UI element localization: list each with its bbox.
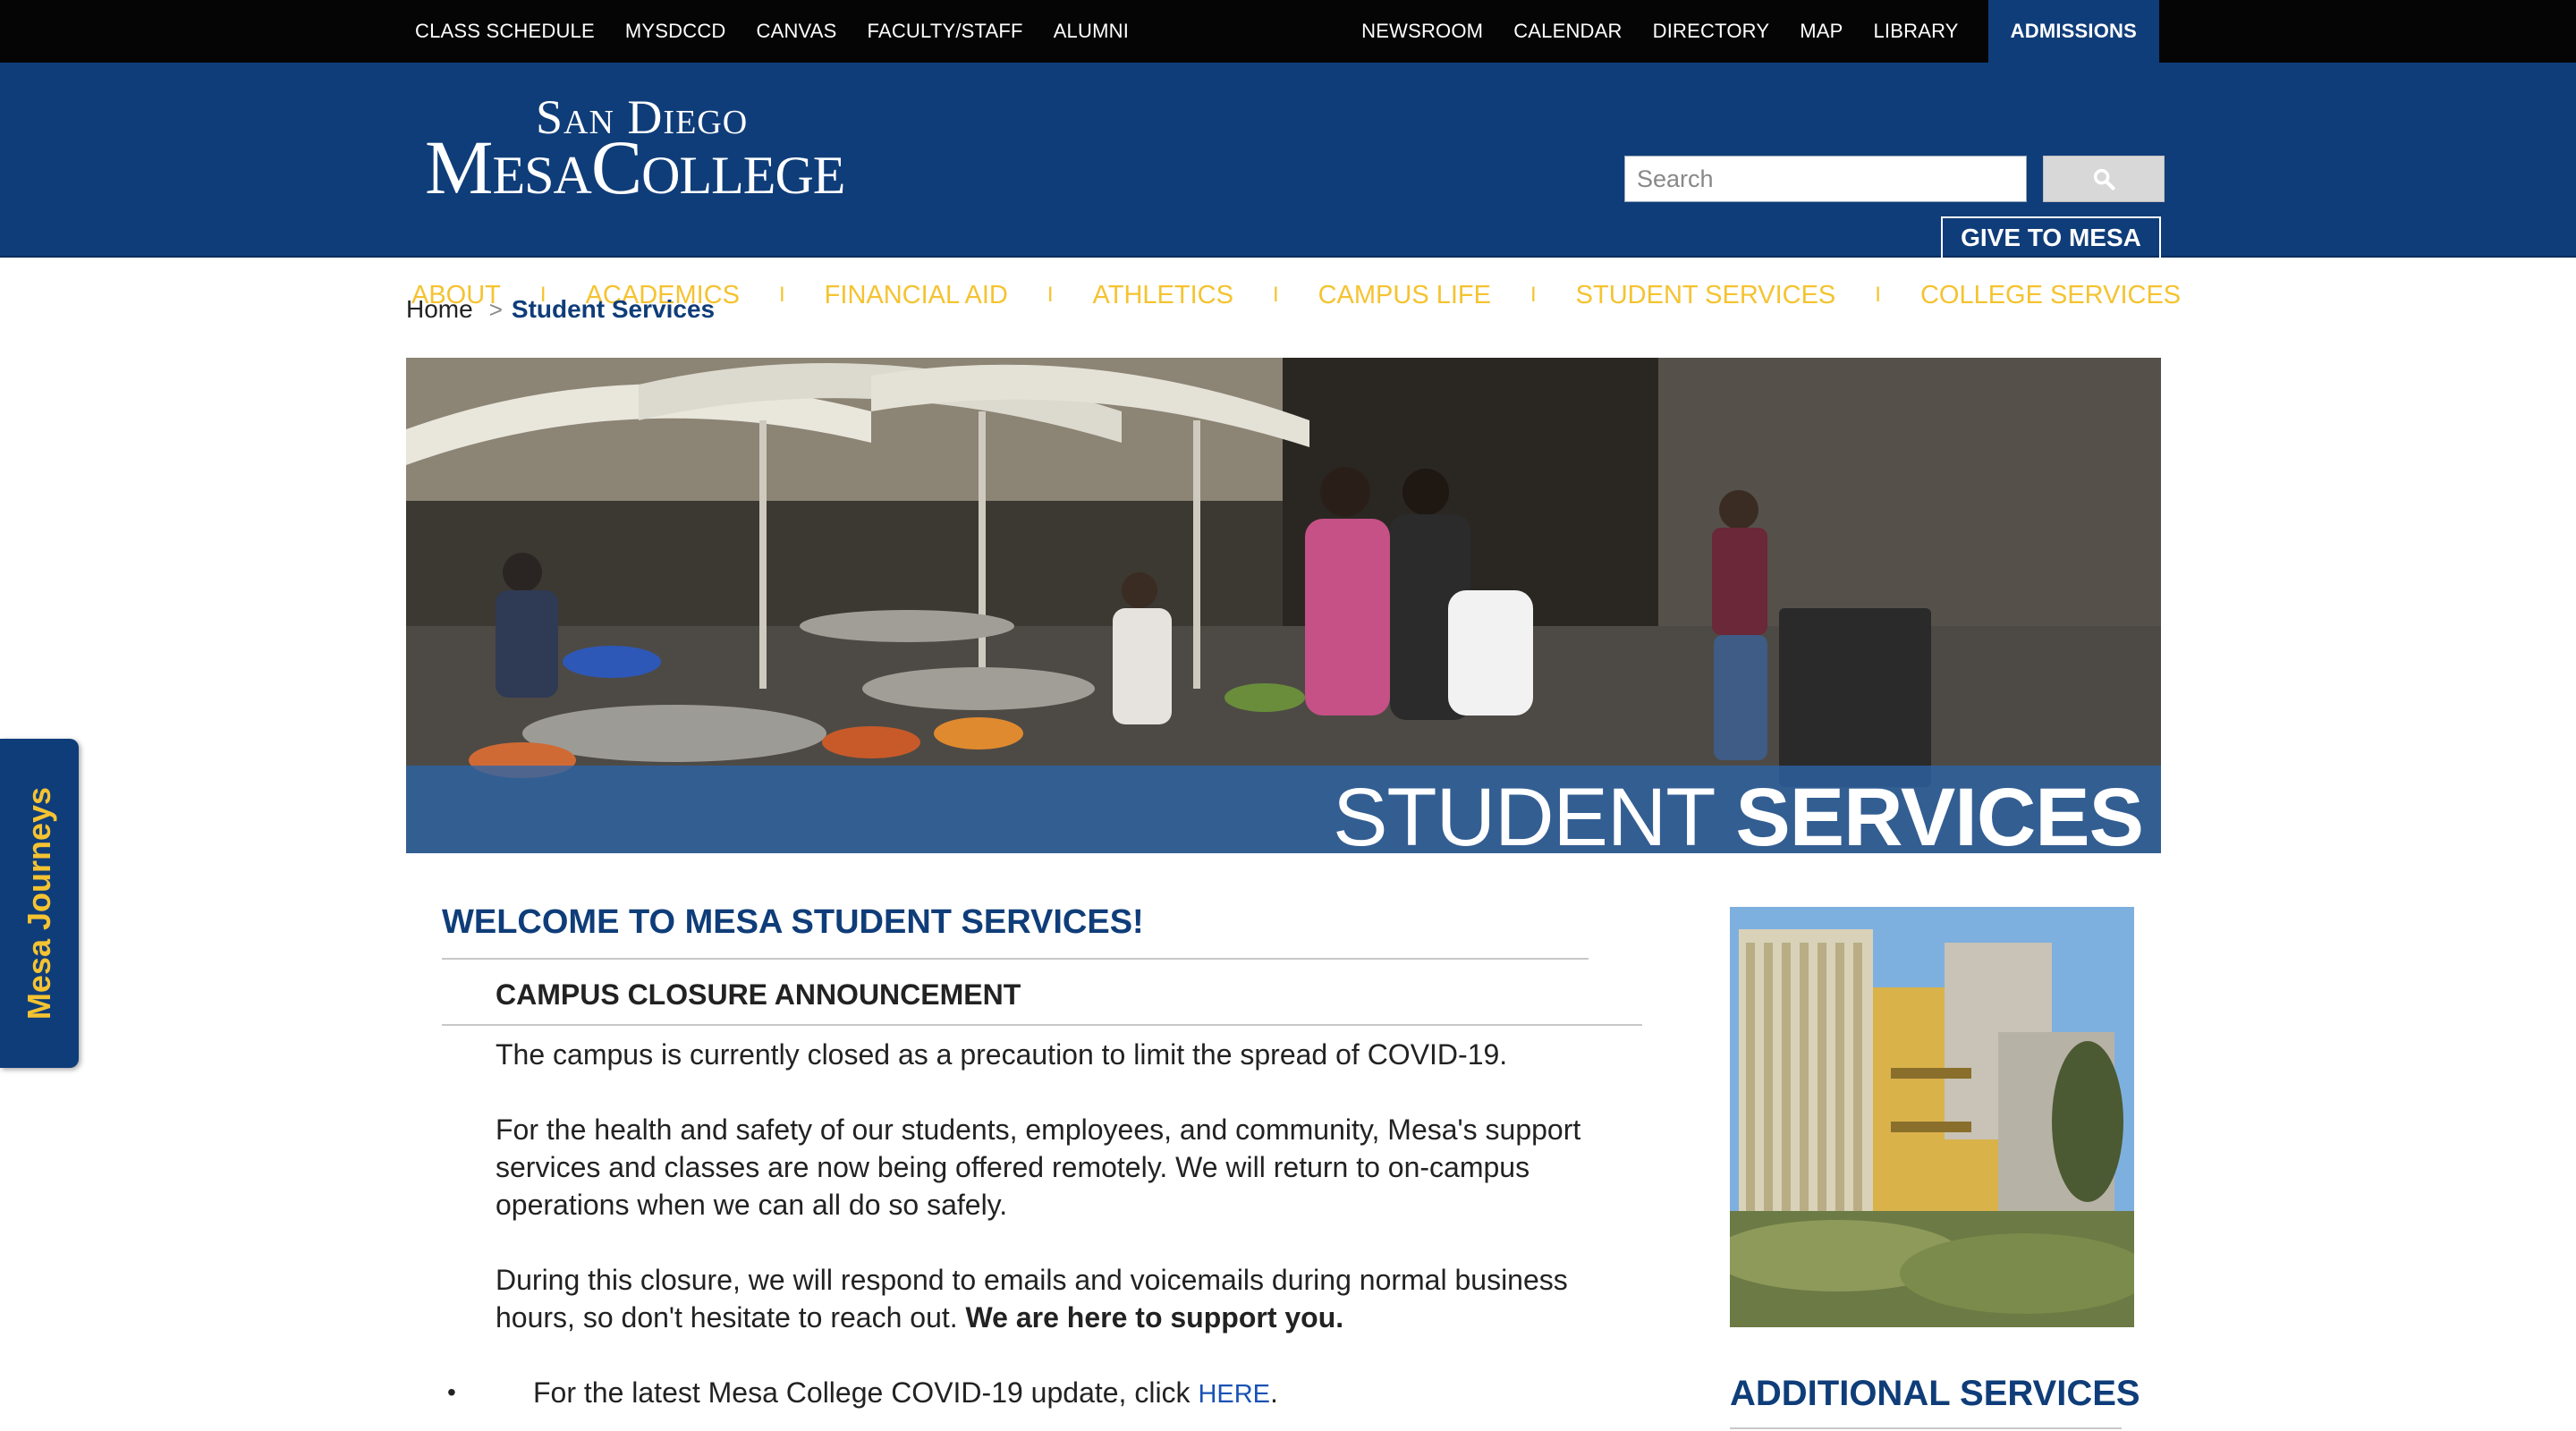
nav-student-services[interactable]: STUDENT SERVICES	[1576, 281, 1836, 310]
list-item: • For the latest Mesa College COVID-19 u…	[447, 1374, 1278, 1413]
search-button[interactable]	[2043, 156, 2165, 202]
search-input[interactable]	[1624, 156, 2027, 202]
hero-banner: STUDENT SERVICES	[406, 358, 2161, 853]
util-link-newsroom[interactable]: NEWSROOM	[1361, 20, 1483, 43]
breadcrumb-current: Student Services	[511, 295, 716, 323]
site-header: San Diego MesaCollege GIVE TO MESA ABOUT…	[0, 63, 2576, 309]
search-icon	[2093, 168, 2115, 191]
utility-nav-right: NEWSROOM CALENDAR DIRECTORY MAP LIBRARY …	[1346, 0, 2159, 63]
additional-services-heading: ADDITIONAL SERVICES	[1730, 1374, 2140, 1413]
util-link-calendar[interactable]: CALENDAR	[1513, 20, 1622, 43]
closure-heading: CAMPUS CLOSURE ANNOUNCEMENT	[496, 978, 1021, 1011]
utility-nav-left: CLASS SCHEDULE MYSDCCD CANVAS FACULTY/ST…	[400, 0, 1144, 63]
paragraph-1: The campus is currently closed as a prec…	[496, 1038, 1508, 1071]
util-link-mysdccd[interactable]: MYSDCCD	[625, 20, 726, 43]
college-logo[interactable]: San Diego MesaCollege	[425, 80, 863, 215]
util-link-directory[interactable]: DIRECTORY	[1653, 20, 1770, 43]
hero-title-light: STUDENT	[1333, 772, 1736, 853]
nav-campus-life[interactable]: CAMPUS LIFE	[1318, 281, 1491, 310]
util-link-canvas[interactable]: CANVAS	[757, 20, 837, 43]
paragraph-3: During this closure, we will respond to …	[496, 1261, 1649, 1336]
campus-building-photo	[1730, 907, 2134, 1327]
nav-separator: I	[779, 283, 785, 307]
hero-title-bold: SERVICES	[1735, 772, 2144, 853]
breadcrumb-home[interactable]: Home	[406, 295, 473, 324]
hero-title: STUDENT SERVICES	[1333, 776, 2144, 853]
nav-separator: I	[1046, 283, 1054, 307]
util-link-alumni[interactable]: ALUMNI	[1054, 20, 1129, 43]
support-statement: We are here to support you.	[965, 1301, 1344, 1334]
utility-bar: CLASS SCHEDULE MYSDCCD CANVAS FACULTY/ST…	[0, 0, 2576, 63]
welcome-heading: WELCOME TO MESA STUDENT SERVICES!	[442, 903, 1144, 941]
util-link-map[interactable]: MAP	[1800, 20, 1843, 43]
divider	[442, 958, 1589, 960]
util-link-class-schedule[interactable]: CLASS SCHEDULE	[415, 20, 595, 43]
bullet-icon: •	[447, 1378, 456, 1406]
nav-separator: I	[1875, 283, 1881, 307]
breadcrumb: Home > Student Services	[406, 295, 715, 324]
breadcrumb-separator: >	[488, 295, 503, 323]
divider	[1730, 1427, 2122, 1429]
logo-line-2: MesaCollege	[425, 124, 845, 210]
announcement-body: The campus is currently closed as a prec…	[496, 1036, 1649, 1374]
covid-update-link[interactable]: HERE	[1198, 1380, 1270, 1409]
util-link-library[interactable]: LIBRARY	[1873, 20, 1958, 43]
mesa-journeys-tab[interactable]: Mesa Journeys	[0, 739, 79, 1068]
divider	[442, 1024, 1642, 1026]
nav-financial-aid[interactable]: FINANCIAL AID	[825, 281, 1008, 310]
mesa-journeys-label: Mesa Journeys	[21, 786, 57, 1020]
bullet-text-main: For the latest Mesa College COVID-19 upd…	[533, 1376, 1199, 1409]
util-link-faculty-staff[interactable]: FACULTY/STAFF	[868, 20, 1023, 43]
nav-athletics[interactable]: ATHLETICS	[1093, 281, 1233, 310]
paragraph-2: For the health and safety of our student…	[496, 1113, 1581, 1221]
nav-college-services[interactable]: COLLEGE SERVICES	[1920, 281, 2181, 310]
nav-separator: I	[1272, 283, 1279, 307]
building-illustration	[1730, 907, 2134, 1327]
bullet-end: .	[1270, 1376, 1278, 1409]
admissions-link[interactable]: ADMISSIONS	[1987, 0, 2159, 63]
nav-separator: I	[1530, 283, 1537, 307]
bullet-text: For the latest Mesa College COVID-19 upd…	[533, 1374, 1278, 1413]
give-to-mesa-button[interactable]: GIVE TO MESA	[1941, 216, 2161, 259]
